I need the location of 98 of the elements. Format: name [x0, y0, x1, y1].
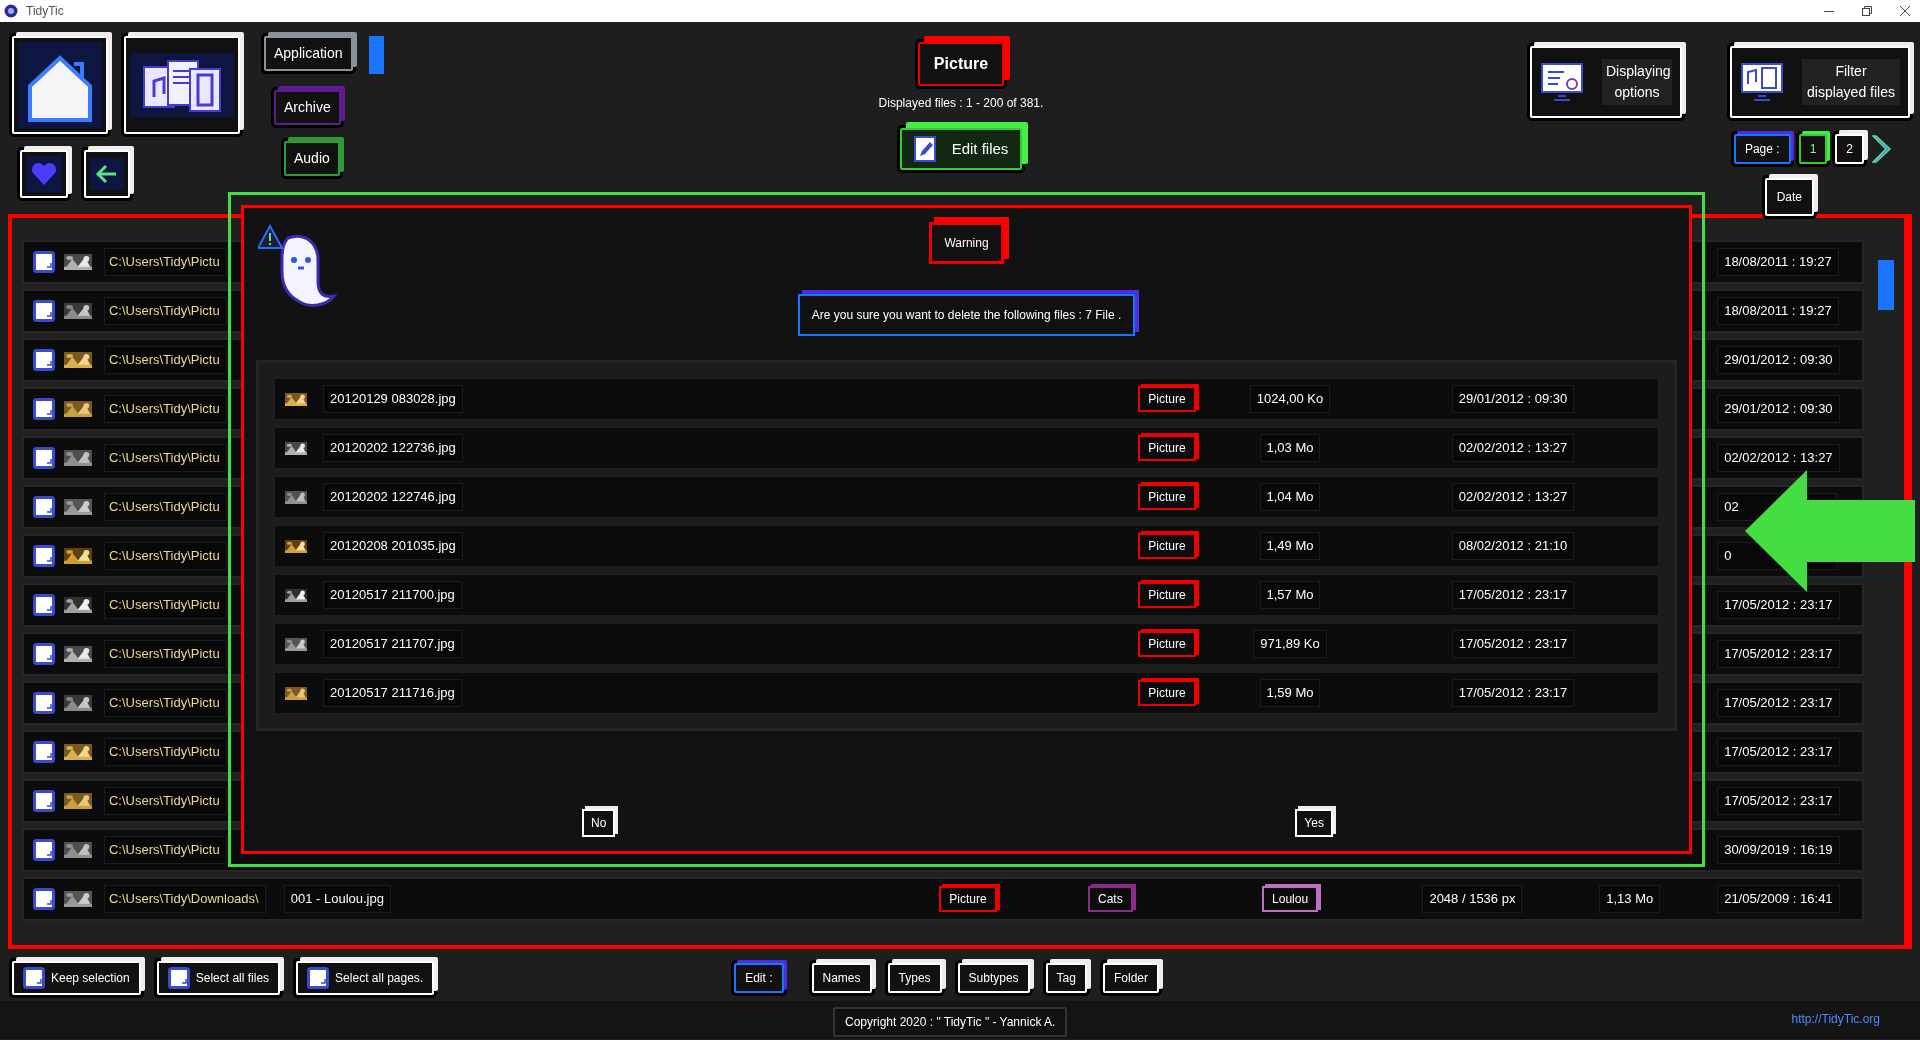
file-name: 20120208 201035.jpg: [323, 532, 463, 560]
file-date: 08/02/2012 : 21:10: [1451, 532, 1575, 560]
file-path: C:\Users\Tidy\Pictu: [103, 493, 227, 521]
file-date: 21/05/2009 : 16:41: [1717, 885, 1840, 913]
file-path: C:\Users\Tidy\Pictu: [103, 395, 227, 423]
file-date: 02/02/2012 : 13:27: [1717, 444, 1840, 472]
file-date: 17/05/2012 : 23:17: [1717, 591, 1840, 619]
file-type: Picture: [1138, 386, 1196, 412]
file-date: 29/01/2012 : 09:30: [1451, 385, 1575, 413]
select-icon: [32, 692, 55, 714]
file-date: 17/05/2012 : 23:17: [1717, 689, 1840, 717]
file-date: 17/05/2012 : 23:17: [1451, 630, 1575, 658]
restore-icon[interactable]: [1862, 6, 1872, 16]
file-type: Picture: [1138, 582, 1196, 608]
select-icon: [32, 496, 55, 518]
checkbox-icon: [167, 967, 190, 989]
checkbox-icon: [307, 967, 330, 989]
file-date: 17/05/2012 : 23:17: [1451, 679, 1575, 707]
file-type: Picture: [1138, 631, 1196, 657]
copyright-text: Copyright 2020 : " TidyTic " - Yannick A.: [833, 1007, 1068, 1037]
file-path: C:\Users\Tidy\Pictu: [103, 297, 227, 325]
file-name: 20120517 211707.jpg: [323, 630, 462, 658]
file-type: Picture: [1138, 533, 1196, 559]
select-icon: [32, 251, 55, 273]
file-type: Picture: [1138, 680, 1196, 706]
file-name: 20120202 122736.jpg: [323, 434, 463, 462]
page-button[interactable]: 1: [1798, 134, 1828, 164]
dialog-button[interactable]: Yes: [1295, 809, 1333, 837]
file-size: 1,13 Mo: [1599, 885, 1661, 913]
file-path: C:\Users\Tidy\Downloads\: [103, 885, 266, 913]
select-icon: [32, 300, 55, 322]
file-path: C:\Users\Tidy\Pictu: [103, 591, 227, 619]
scrollbar-thumb[interactable]: [1878, 260, 1894, 310]
window-title: TidyTic: [26, 3, 64, 20]
file-date: 18/08/2011 : 19:27: [1717, 297, 1839, 325]
website-link[interactable]: http://TidyTic.org: [1791, 1010, 1880, 1028]
select-icon: [32, 839, 55, 861]
file-size: 971,89 Ko: [1253, 630, 1327, 658]
arrow-icon: [1745, 470, 1915, 592]
select-icon: [32, 398, 55, 420]
close-icon[interactable]: [1900, 6, 1910, 16]
file-subtype: Cats: [1087, 886, 1133, 912]
file-name: 20120202 122746.jpg: [323, 483, 463, 511]
file-size: 1024,00 Ko: [1249, 385, 1331, 413]
file-name: 20120517 211716.jpg: [323, 679, 462, 707]
select-icon: [32, 447, 55, 469]
file-size: 1,57 Mo: [1259, 581, 1321, 609]
next-page-icon[interactable]: [1872, 134, 1894, 164]
file-type: Picture: [939, 886, 997, 912]
file-path: C:\Users\Tidy\Pictu: [103, 787, 227, 815]
file-size: 1,59 Mo: [1259, 679, 1321, 707]
file-type: Picture: [1138, 435, 1196, 461]
media-files-icon: [130, 53, 234, 117]
file-size: 1,04 Mo: [1259, 483, 1321, 511]
file-size: 1,49 Mo: [1259, 532, 1321, 560]
file-name: 001 - Loulou.jpg: [283, 885, 391, 913]
select-icon: [32, 643, 55, 665]
file-name: 20120129 083028.jpg: [323, 385, 463, 413]
file-date: 17/05/2012 : 23:17: [1717, 640, 1840, 668]
file-path: C:\Users\Tidy\Pictu: [103, 444, 227, 472]
file-path: C:\Users\Tidy\Pictu: [103, 640, 227, 668]
file-date: 29/01/2012 : 09:30: [1717, 346, 1840, 374]
file-date: 17/05/2012 : 23:17: [1717, 738, 1840, 766]
page-label: Page :: [1733, 134, 1791, 164]
select-icon: [32, 790, 55, 812]
pencil-icon: [913, 136, 936, 162]
edit-label: Edit :: [734, 963, 784, 993]
file-type: Picture: [1138, 484, 1196, 510]
file-date: 29/01/2012 : 09:30: [1717, 395, 1840, 423]
select-icon: [32, 349, 55, 371]
file-date: 02/02/2012 : 13:27: [1451, 483, 1575, 511]
file-path: C:\Users\Tidy\Pictu: [103, 738, 227, 766]
file-date: 17/05/2012 : 23:17: [1717, 787, 1840, 815]
file-path: C:\Users\Tidy\Pictu: [103, 689, 227, 717]
select-icon: [32, 741, 55, 763]
file-path: C:\Users\Tidy\Pictu: [103, 836, 227, 864]
house-icon: [18, 42, 102, 128]
checkbox-icon: [23, 967, 45, 989]
file-date: 30/09/2019 : 16:19: [1717, 836, 1840, 864]
file-path: C:\Users\Tidy\Pictu: [103, 346, 227, 374]
file-date: 02/02/2012 : 13:27: [1451, 434, 1575, 462]
app-icon: [4, 4, 18, 18]
image-dimensions: 2048 / 1536 px: [1422, 885, 1523, 913]
file-tag: Loulou: [1262, 886, 1319, 912]
monitor-settings-icon: [1540, 62, 1584, 102]
file-name: 20120517 211700.jpg: [323, 581, 462, 609]
select-icon: [32, 545, 55, 567]
file-size: 1,03 Mo: [1259, 434, 1321, 462]
file-path: C:\Users\Tidy\Pictu: [103, 542, 227, 570]
select-icon: [32, 594, 55, 616]
displayed-files-info: Displayed files : 1 - 200 of 381.: [878, 95, 1044, 112]
file-date: 18/08/2011 : 19:27: [1717, 248, 1839, 276]
dialog-button[interactable]: No: [582, 809, 616, 837]
file-path: C:\Users\Tidy\Pictu: [103, 248, 227, 276]
select-icon: [32, 888, 55, 910]
file-date: 17/05/2012 : 23:17: [1451, 581, 1575, 609]
monitor-film-icon: [1740, 62, 1784, 102]
ghost-warning-icon: [258, 224, 340, 308]
